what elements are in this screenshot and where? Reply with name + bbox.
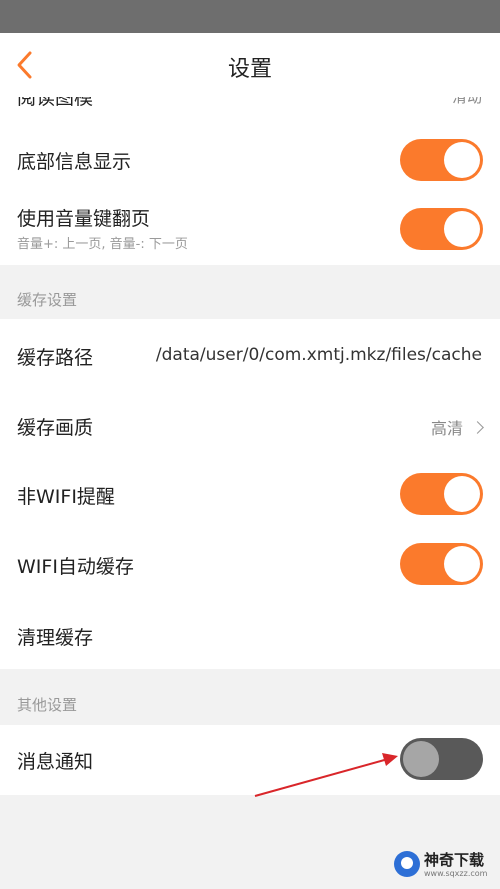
cache-quality-value-wrap: 高清 [430, 415, 484, 439]
cache-path-value: /data/user/0/com.xmtj.mkz/files/cache [155, 345, 482, 365]
partial-row-value: 滑动 [451, 97, 482, 106]
cache-quality-value: 高清 [430, 419, 463, 438]
notification-toggle[interactable] [400, 738, 483, 780]
page-title: 设置 [227, 57, 272, 82]
bottom-info-label: 底部信息显示 [17, 151, 132, 173]
volume-page-toggle[interactable] [400, 208, 483, 250]
settings-content[interactable]: 阅读图模 滑动 底部信息显示 使用音量键翻页 音量+: 上一页, 音量-: 下一… [0, 97, 500, 889]
other-settings-section: 消息通知 [0, 725, 500, 795]
setting-row-clear-cache[interactable]: 清理缓存 [0, 599, 500, 669]
partial-setting-row[interactable]: 阅读图模 滑动 [0, 97, 500, 125]
top-bar: 设置 [0, 33, 500, 97]
watermark-name: 神奇下载 [424, 851, 485, 869]
setting-row-volume-page[interactable]: 使用音量键翻页 音量+: 上一页, 音量-: 下一页 [0, 195, 500, 265]
setting-row-cache-path[interactable]: 缓存路径 /data/user/0/com.xmtj.mkz/files/cac… [0, 319, 500, 389]
toggle-knob [444, 476, 480, 512]
setting-row-non-wifi-remind[interactable]: 非WIFI提醒 [0, 459, 500, 529]
setting-row-cache-quality[interactable]: 缓存画质 高清 [0, 389, 500, 459]
setting-row-wifi-auto-cache[interactable]: WIFI自动缓存 [0, 529, 500, 599]
bottom-info-toggle[interactable] [400, 139, 483, 181]
toggle-knob [444, 211, 480, 247]
watermark-site: www.sqxzz.com [424, 869, 488, 878]
watermark-logo-icon [394, 851, 420, 877]
wifi-auto-cache-label: WIFI自动缓存 [17, 556, 134, 578]
toggle-knob [403, 741, 439, 777]
setting-row-bottom-info[interactable]: 底部信息显示 [0, 125, 500, 195]
wifi-auto-cache-toggle[interactable] [400, 543, 483, 585]
clear-cache-label: 清理缓存 [17, 627, 94, 649]
non-wifi-remind-label: 非WIFI提醒 [17, 486, 115, 508]
other-section-header: 其他设置 [17, 696, 78, 714]
non-wifi-remind-toggle[interactable] [400, 473, 483, 515]
display-settings-section: 底部信息显示 使用音量键翻页 音量+: 上一页, 音量-: 下一页 [0, 125, 500, 265]
cache-section-header: 缓存设置 [17, 291, 78, 309]
partial-row-label: 阅读图模 [17, 97, 94, 109]
volume-page-label: 使用音量键翻页 [17, 208, 151, 230]
setting-row-notification[interactable]: 消息通知 [0, 725, 500, 795]
notification-label: 消息通知 [17, 751, 94, 773]
cache-quality-label: 缓存画质 [17, 417, 94, 439]
watermark: 神奇下载 www.sqxzz.com [394, 849, 494, 881]
cache-path-label: 缓存路径 [17, 347, 94, 369]
chevron-right-icon [471, 421, 484, 434]
toggle-knob [444, 546, 480, 582]
status-bar [0, 0, 500, 33]
toggle-knob [444, 142, 480, 178]
volume-page-hint: 音量+: 上一页, 音量-: 下一页 [17, 237, 188, 252]
cache-settings-section: 缓存路径 /data/user/0/com.xmtj.mkz/files/cac… [0, 319, 500, 669]
